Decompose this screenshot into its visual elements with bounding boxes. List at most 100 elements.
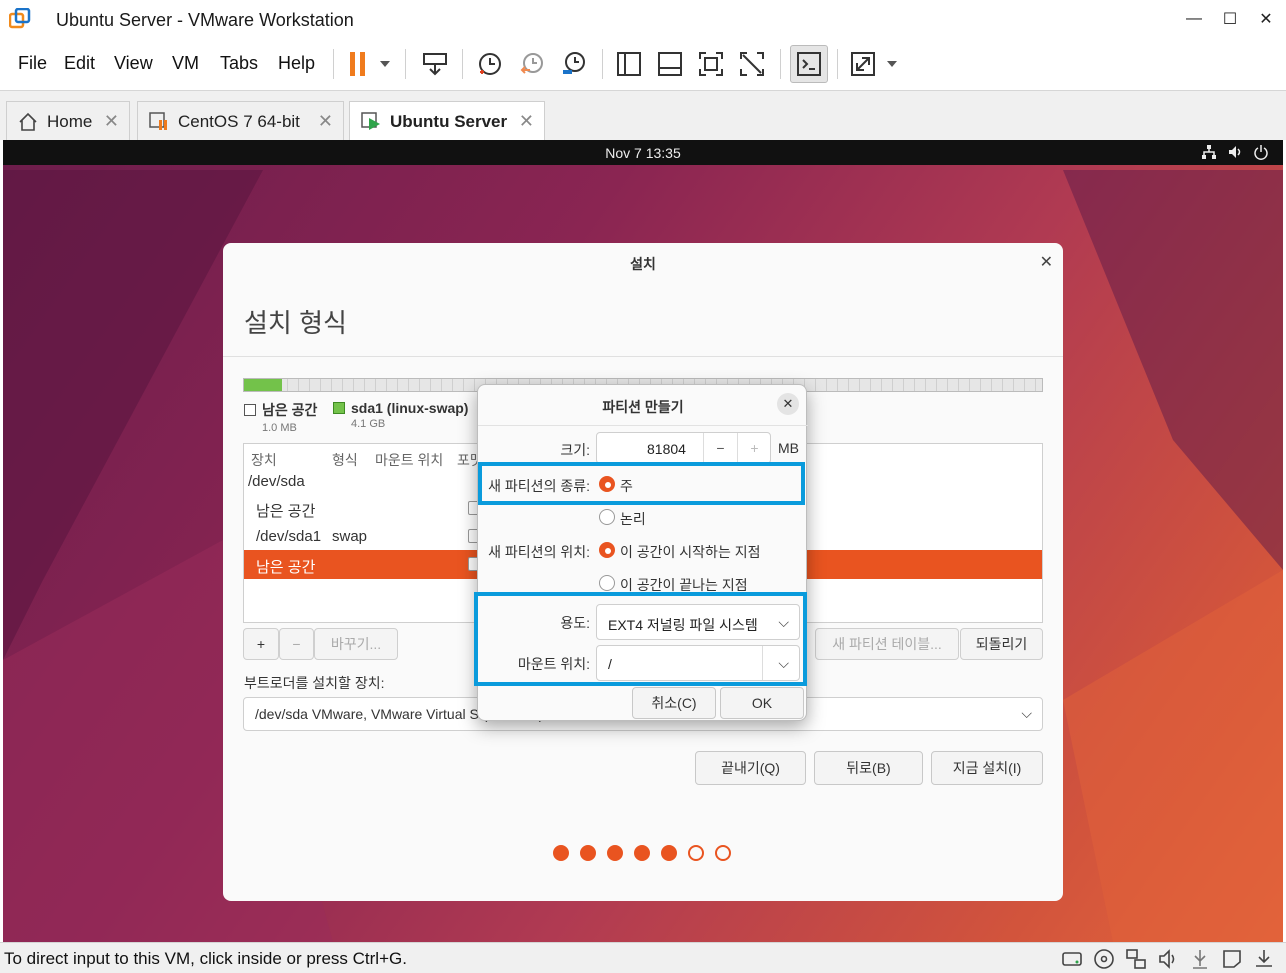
decrement-icon[interactable]: − xyxy=(703,433,737,463)
clock[interactable]: Nov 7 13:35 xyxy=(3,145,1283,161)
radio-logical-label[interactable]: 논리 xyxy=(620,509,646,529)
legend-label: sda1 (linux-swap) xyxy=(351,400,469,416)
full-screen-icon xyxy=(699,52,723,76)
thumbnail-bar-icon xyxy=(658,52,682,76)
window-title: Ubuntu Server - VMware Workstation xyxy=(56,10,354,30)
network-icon xyxy=(1202,145,1216,159)
sound-card-icon[interactable] xyxy=(1156,947,1180,971)
maximize-button[interactable]: ☐ xyxy=(1212,6,1248,32)
installer-title: 설치 xyxy=(630,256,656,272)
send-ctrl-alt-del-button[interactable] xyxy=(416,45,454,83)
thumbnail-bar-button[interactable] xyxy=(651,45,689,83)
add-partition-button[interactable]: + xyxy=(243,628,279,660)
message-icon[interactable] xyxy=(1220,947,1244,971)
change-partition-button[interactable]: 바꾸기... xyxy=(314,628,398,660)
highlight-box xyxy=(478,462,805,505)
remove-partition-button[interactable]: − xyxy=(279,628,314,660)
stretch-dropdown-button[interactable] xyxy=(846,45,902,83)
bootloader-label: 부트로더를 설치할 장치: xyxy=(244,675,385,691)
tab-home[interactable]: Home ✕ xyxy=(6,101,130,141)
menu-file[interactable]: File xyxy=(18,53,47,74)
progress-dot xyxy=(715,845,731,861)
close-window-button[interactable]: ✕ xyxy=(1248,6,1284,32)
tab-close-icon[interactable]: ✕ xyxy=(519,111,534,132)
toolbar-separator xyxy=(333,49,334,79)
divider xyxy=(223,356,1063,357)
dialog-title: 파티션 만들기 xyxy=(602,399,684,415)
swap-segment xyxy=(244,379,282,391)
tab-close-icon[interactable]: ✕ xyxy=(318,111,333,132)
volume-icon xyxy=(1229,146,1241,158)
chevron-down-icon: ⌵ xyxy=(1021,705,1032,721)
size-unit: MB xyxy=(778,440,799,456)
send-keys-icon xyxy=(423,53,447,76)
snapshot-manager-button[interactable] xyxy=(555,45,593,83)
legend-swap: sda1 (linux-swap) 4.1 GB xyxy=(333,400,468,430)
pause-icon xyxy=(350,52,390,76)
menu-view[interactable]: View xyxy=(114,53,153,74)
progress-dot xyxy=(553,845,569,861)
tab-label: Ubuntu Server xyxy=(390,112,508,131)
show-library-button[interactable] xyxy=(610,45,648,83)
menu-help[interactable]: Help xyxy=(278,53,315,74)
radio-logical[interactable] xyxy=(599,509,615,525)
device-icons xyxy=(1060,947,1276,971)
tab-ubuntu-server[interactable]: Ubuntu Server ✕ xyxy=(349,101,545,142)
system-tray[interactable] xyxy=(1201,144,1269,160)
menu-vm[interactable]: VM xyxy=(172,53,199,74)
radio-location-end[interactable] xyxy=(599,575,615,591)
pause-dropdown-button[interactable] xyxy=(342,45,394,83)
vm-paused-icon xyxy=(149,111,167,130)
installer-close-icon[interactable]: ✕ xyxy=(1040,252,1053,272)
download-icon[interactable] xyxy=(1252,947,1276,971)
dialog-close-icon[interactable]: ✕ xyxy=(777,393,799,415)
cd-drive-icon[interactable] xyxy=(1092,947,1116,971)
menu-edit[interactable]: Edit xyxy=(64,53,95,74)
back-button[interactable]: 뒤로(B) xyxy=(814,751,923,785)
revert-button[interactable]: 되돌리기 xyxy=(960,628,1043,660)
legend-label: 남은 공간 xyxy=(262,402,318,418)
hard-disk-icon[interactable] xyxy=(1060,947,1084,971)
progress-dot xyxy=(688,845,704,861)
toolbar-separator xyxy=(780,49,781,79)
install-now-button[interactable]: 지금 설치(I) xyxy=(931,751,1043,785)
tab-close-icon[interactable]: ✕ xyxy=(104,111,119,132)
progress-dots xyxy=(553,845,731,861)
row-device: /dev/sda xyxy=(248,473,305,490)
tab-centos[interactable]: CentOS 7 64-bit ✕ xyxy=(137,101,344,141)
legend-swatch xyxy=(244,404,256,416)
radio-location-start-label[interactable]: 이 공간이 시작하는 지점 xyxy=(620,542,760,562)
location-label: 새 파티션의 위치: xyxy=(488,544,590,560)
vmware-logo-icon xyxy=(9,8,31,29)
quit-button[interactable]: 끝내기(Q) xyxy=(695,751,806,785)
vm-running-icon xyxy=(361,112,380,130)
highlight-box xyxy=(474,592,807,686)
size-spinbox[interactable]: 81804 − + xyxy=(596,432,771,464)
power-icon xyxy=(1254,145,1268,160)
toolbar-separator xyxy=(602,49,603,79)
progress-dot xyxy=(607,845,623,861)
toolbar-separator xyxy=(837,49,838,79)
new-partition-table-button[interactable]: 새 파티션 테이블... xyxy=(815,628,959,660)
console-view-button[interactable] xyxy=(790,45,828,83)
home-icon xyxy=(19,112,37,131)
title-bar: Ubuntu Server - VMware Workstation — ☐ ✕ xyxy=(0,0,1286,40)
status-bar: To direct input to this VM, click inside… xyxy=(0,942,1286,973)
legend-swatch xyxy=(333,402,345,414)
ok-button[interactable]: OK xyxy=(720,687,804,719)
stretch-icon xyxy=(851,52,897,76)
row-device: 남은 공간 xyxy=(256,503,316,520)
snapshot-button[interactable] xyxy=(471,45,509,83)
usb-icon[interactable] xyxy=(1188,947,1212,971)
cancel-button[interactable]: 취소(C) xyxy=(632,687,716,719)
row-type: swap xyxy=(332,528,368,545)
minimize-button[interactable]: — xyxy=(1176,6,1212,32)
revert-snapshot-button[interactable] xyxy=(513,45,551,83)
increment-icon[interactable]: + xyxy=(737,433,771,463)
gnome-top-bar: Nov 7 13:35 xyxy=(3,140,1283,165)
radio-location-start[interactable] xyxy=(599,542,615,558)
menu-tabs[interactable]: Tabs xyxy=(220,53,258,74)
full-screen-button[interactable] xyxy=(692,45,730,83)
unity-button[interactable] xyxy=(733,45,771,83)
network-adapter-icon[interactable] xyxy=(1124,947,1148,971)
